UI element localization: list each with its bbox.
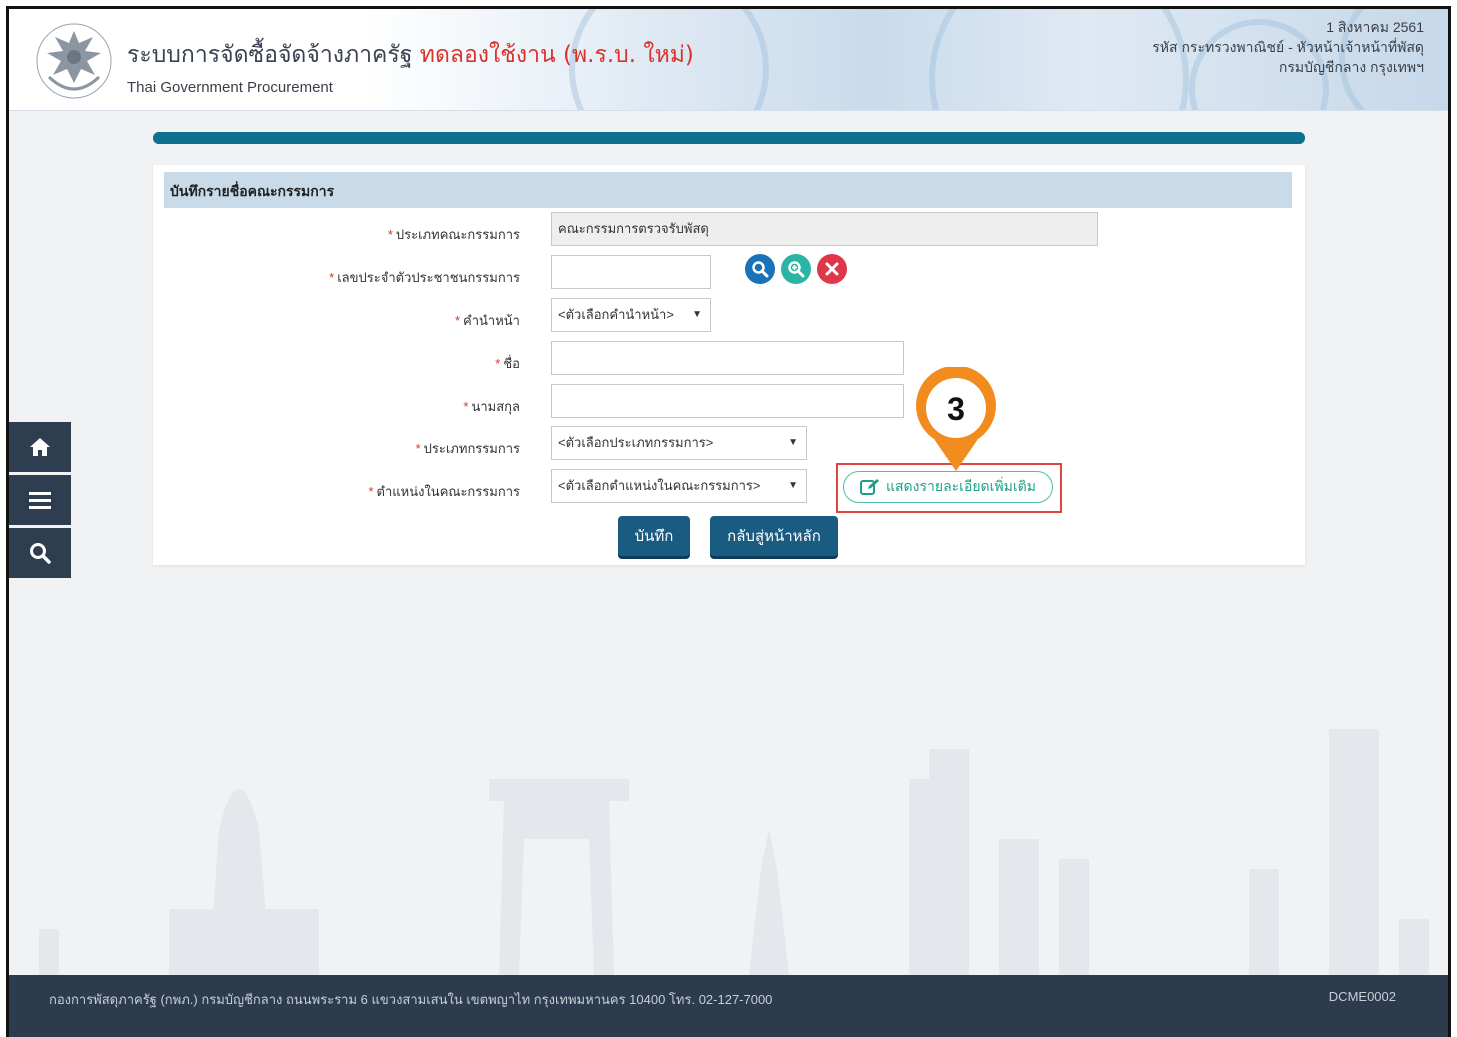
menu-icon (29, 492, 51, 509)
header: ระบบการจัดซื้อจัดจ้างภาครัฐ ทดลองใช้งาน … (9, 9, 1448, 111)
current-date: 1 สิงหาคม 2561 (1326, 19, 1424, 35)
header-pattern (929, 9, 1189, 110)
app-frame: ระบบการจัดซื้อจัดจ้างภาครัฐ ทดลองใช้งาน … (6, 6, 1451, 1037)
committee-type-field: คณะกรรมการตรวจรับพัสดุ (551, 212, 1098, 246)
save-button[interactable]: บันทึก (618, 516, 690, 556)
last-name-input[interactable] (551, 384, 904, 418)
skyline-background (39, 729, 1429, 975)
progress-fill (153, 132, 1305, 144)
clear-button[interactable] (817, 254, 847, 284)
dropdown-caret-icon: ▼ (788, 480, 798, 491)
committee-form-panel: บันทึกรายชื่อคณะกรรมการ * ประเภทคณะกรรมกา… (153, 165, 1305, 565)
committee-type-label: * ประเภทคณะกรรมการ (387, 227, 520, 242)
dropdown-caret-icon: ▼ (692, 309, 702, 320)
home-button[interactable] (9, 422, 71, 472)
home-icon (30, 438, 50, 456)
panel-title: บันทึกรายชื่อคณะกรรมการ (170, 183, 335, 199)
zoom-in-icon (788, 261, 805, 278)
search-icon (752, 261, 769, 278)
search-icon (30, 543, 51, 564)
first-name-input[interactable] (551, 341, 904, 375)
position-select-value: <ตัวเลือกตำแหน่งในคณะกรรมการ> (558, 478, 761, 493)
position-select[interactable]: <ตัวเลือกตำแหน่งในคณะกรรมการ> ▼ (551, 469, 807, 503)
progress-bar (153, 132, 1305, 144)
dropdown-caret-icon: ▼ (788, 437, 798, 448)
id-number-label: * เลขประจำตัวประชาชนกรรมการ (329, 270, 520, 285)
edit-icon (859, 479, 879, 495)
user-info: 1 สิงหาคม 2561 รหัส กระทรวงพาณิชย์ - หัว… (1152, 17, 1424, 77)
app-title: ระบบการจัดซื้อจัดจ้างภาครัฐ ทดลองใช้งาน … (127, 37, 694, 73)
show-more-details-label: แสดงรายละเอียดเพิ่มเติม (885, 478, 1036, 494)
panel-header: บันทึกรายชื่อคณะกรรมการ (164, 172, 1292, 208)
zoom-details-button[interactable] (781, 254, 811, 284)
prefix-select[interactable]: <ตัวเลือกคำนำหน้า> ▼ (551, 298, 711, 332)
member-type-select[interactable]: <ตัวเลือกประเภทกรรมการ> ▼ (551, 426, 807, 460)
menu-button[interactable] (9, 475, 71, 525)
footer-address: กองการพัสดุภาครัฐ (กพภ.) กรมบัญชีกลาง ถน… (49, 992, 773, 1007)
show-more-details-button[interactable]: แสดงรายละเอียดเพิ่มเติม (843, 471, 1053, 503)
prefix-label: * คำนำหน้า (454, 313, 520, 328)
last-name-label: * นามสกุล (463, 399, 520, 414)
app-title-trial: ทดลองใช้งาน (พ.ร.บ. ใหม่) (419, 42, 694, 68)
prefix-select-value: <ตัวเลือกคำนำหน้า> (558, 307, 674, 322)
user-org: กรมบัญชีกลาง กรุงเทพฯ (1278, 59, 1424, 75)
member-type-select-value: <ตัวเลือกประเภทกรรมการ> (558, 435, 714, 450)
app-subtitle: Thai Government Procurement (127, 79, 333, 96)
side-toolbar (9, 422, 71, 581)
position-label: * ตำแหน่งในคณะกรรมการ (368, 484, 520, 499)
first-name-label: * ชื่อ (495, 356, 520, 371)
search-person-button[interactable] (745, 254, 775, 284)
member-type-label: * ประเภทกรรมการ (415, 441, 520, 456)
footer: กองการพัสดุภาครัฐ (กพภ.) กรมบัญชีกลาง ถน… (9, 975, 1448, 1037)
back-to-home-button[interactable]: กลับสู่หน้าหลัก (710, 516, 838, 556)
step-number: 3 (947, 391, 965, 427)
id-number-input[interactable] (551, 255, 711, 289)
close-icon (825, 262, 839, 276)
step-marker: 3 (914, 365, 998, 473)
user-role: รหัส กระทรวงพาณิชย์ - หัวหน้าเจ้าหน้าที่… (1152, 39, 1424, 55)
page-code: DCME0002 (1328, 989, 1396, 1004)
side-search-button[interactable] (9, 528, 71, 578)
app-title-main: ระบบการจัดซื้อจัดจ้างภาครัฐ (127, 42, 413, 68)
garuda-logo (36, 23, 112, 99)
